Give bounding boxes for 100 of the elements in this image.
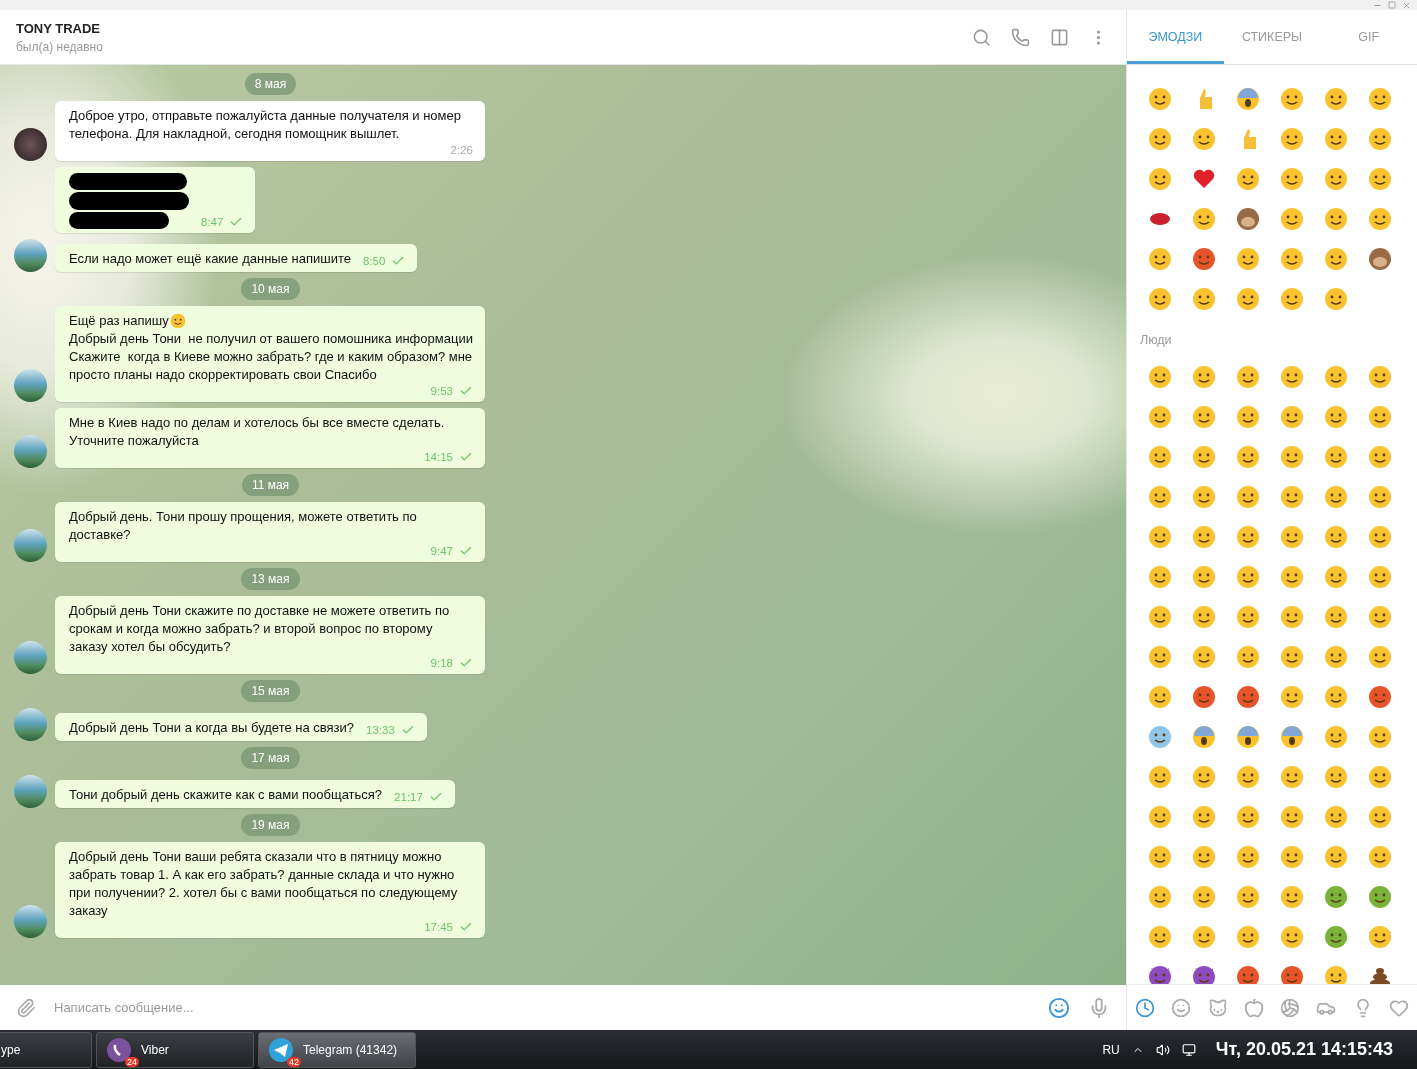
smiley-face-icon[interactable] <box>1192 765 1216 789</box>
smiley-face-icon[interactable] <box>1236 485 1260 509</box>
smiley-face-icon[interactable] <box>1280 405 1304 429</box>
smiley-face-icon[interactable] <box>1280 845 1304 869</box>
smiley-face-icon[interactable] <box>1324 127 1348 151</box>
smiley-face-icon[interactable] <box>1280 485 1304 509</box>
heart-icon[interactable] <box>1192 167 1216 191</box>
smiley-face-icon[interactable] <box>1148 405 1172 429</box>
smiley-face-icon[interactable] <box>1280 885 1304 909</box>
avatar[interactable] <box>14 239 47 272</box>
smiley-face-icon[interactable] <box>1368 645 1392 669</box>
smiley-face-icon[interactable] <box>1324 605 1348 629</box>
smiley-face-icon[interactable] <box>1368 605 1392 629</box>
smiley-face-icon[interactable] <box>1324 845 1348 869</box>
smiley-face-icon[interactable] <box>1148 365 1172 389</box>
smiley-face-icon[interactable] <box>1192 207 1216 231</box>
smiley-face-icon[interactable] <box>1324 485 1348 509</box>
smiley-face-icon[interactable] <box>1148 765 1172 789</box>
clock[interactable]: Чт, 20.05.21 14:15:43 <box>1215 1039 1393 1060</box>
smiley-face-icon[interactable] <box>1192 485 1216 509</box>
screaming-face-icon[interactable] <box>1236 725 1260 749</box>
taskbar-button[interactable]: 24 Viber <box>96 1031 254 1068</box>
smiley-face-icon[interactable] <box>1148 287 1172 311</box>
smiley-face-icon[interactable] <box>1236 365 1260 389</box>
smiley-face-icon[interactable] <box>1192 805 1216 829</box>
network-icon[interactable] <box>1181 1042 1196 1057</box>
smiley-face-icon[interactable] <box>1236 287 1260 311</box>
smiley-face-icon[interactable] <box>1324 247 1348 271</box>
smiley-face-icon[interactable] <box>1368 725 1392 749</box>
smiley-face-icon[interactable] <box>1148 845 1172 869</box>
devil-face-icon[interactable] <box>1148 965 1172 984</box>
screaming-face-icon[interactable] <box>1192 725 1216 749</box>
smiley-face-icon[interactable] <box>1192 405 1216 429</box>
smiley-face-icon[interactable] <box>1324 445 1348 469</box>
smiley-face-icon[interactable] <box>1148 885 1172 909</box>
smiley-face-icon[interactable] <box>1324 365 1348 389</box>
cold-face-icon[interactable] <box>1148 725 1172 749</box>
smiley-face-icon[interactable] <box>1148 565 1172 589</box>
smiley-face-icon[interactable] <box>1148 485 1172 509</box>
smiley-face-icon[interactable] <box>1280 167 1304 191</box>
smiley-face-icon[interactable] <box>1280 445 1304 469</box>
smiley-face-icon[interactable] <box>1368 565 1392 589</box>
smiley-face-icon[interactable] <box>1324 965 1348 984</box>
smiley-face-icon[interactable] <box>1236 765 1260 789</box>
smiley-face-icon[interactable] <box>1280 805 1304 829</box>
smiley-face-icon[interactable] <box>1324 805 1348 829</box>
cowboy-face-icon[interactable] <box>1368 925 1392 949</box>
angry-face-icon[interactable] <box>1368 685 1392 709</box>
smiley-face-icon[interactable] <box>1280 207 1304 231</box>
smiley-face-icon[interactable] <box>1236 525 1260 549</box>
smiley-face-icon[interactable] <box>1324 565 1348 589</box>
message-input[interactable]: Написать сообщение... <box>52 999 1032 1016</box>
monkey-icon[interactable] <box>1236 207 1260 231</box>
smiley-face-icon[interactable] <box>1192 287 1216 311</box>
sick-face-icon[interactable] <box>1368 885 1392 909</box>
smiley-face-icon[interactable] <box>1236 405 1260 429</box>
smiley-face-icon[interactable] <box>1368 167 1392 191</box>
smiley-face-icon[interactable] <box>1280 247 1304 271</box>
smiley-face-icon[interactable] <box>1192 127 1216 151</box>
smiley-face-icon[interactable] <box>1148 247 1172 271</box>
smiley-face-icon[interactable] <box>1192 565 1216 589</box>
smiley-face-icon[interactable] <box>1324 525 1348 549</box>
smiley-face-icon[interactable] <box>1236 845 1260 869</box>
monkey-icon[interactable] <box>1368 247 1392 271</box>
recent-icon[interactable] <box>1135 997 1156 1018</box>
poop-icon[interactable] <box>1368 965 1392 984</box>
smiley-face-icon[interactable] <box>1236 645 1260 669</box>
angry-face-icon[interactable] <box>1280 965 1304 984</box>
sick-face-icon[interactable] <box>1324 925 1348 949</box>
smiley-face-icon[interactable] <box>1280 87 1304 111</box>
smiley-face-icon[interactable] <box>1324 685 1348 709</box>
smiley-face-icon[interactable] <box>1192 925 1216 949</box>
smiley-face-icon[interactable] <box>1148 87 1172 111</box>
smiley-face-icon[interactable] <box>1324 405 1348 429</box>
smiley-face-icon[interactable] <box>1368 365 1392 389</box>
smiley-face-icon[interactable] <box>1368 127 1392 151</box>
smiley-face-icon[interactable] <box>1280 365 1304 389</box>
smiley-face-icon[interactable] <box>1368 805 1392 829</box>
smiley-face-icon[interactable] <box>1148 167 1172 191</box>
smiley-face-icon[interactable] <box>1324 645 1348 669</box>
smiley-face-icon[interactable] <box>1324 765 1348 789</box>
taskbar-button[interactable]: 42 Telegram (41342) <box>258 1031 416 1068</box>
smiley-face-icon[interactable] <box>1236 247 1260 271</box>
taskbar-button[interactable]: ype <box>0 1031 92 1068</box>
screaming-face-icon[interactable] <box>1236 87 1260 111</box>
smiley-face-icon[interactable] <box>1192 845 1216 869</box>
smiley-face-icon[interactable] <box>1280 645 1304 669</box>
smiley-face-icon[interactable] <box>1236 925 1260 949</box>
smiley-face-icon[interactable] <box>1280 565 1304 589</box>
smiley-face-icon[interactable] <box>1148 645 1172 669</box>
smiley-face-icon[interactable] <box>1236 167 1260 191</box>
smiley-face-icon[interactable] <box>1236 605 1260 629</box>
smiley-face-icon[interactable] <box>1280 765 1304 789</box>
language-indicator[interactable]: RU <box>1102 1042 1120 1057</box>
screaming-face-icon[interactable] <box>1280 725 1304 749</box>
smiley-face-icon[interactable] <box>1236 885 1260 909</box>
smiley-face-icon[interactable] <box>1148 685 1172 709</box>
smiley-face-icon[interactable] <box>1148 605 1172 629</box>
smiley-face-icon[interactable] <box>1324 725 1348 749</box>
angry-face-icon[interactable] <box>1236 965 1260 984</box>
